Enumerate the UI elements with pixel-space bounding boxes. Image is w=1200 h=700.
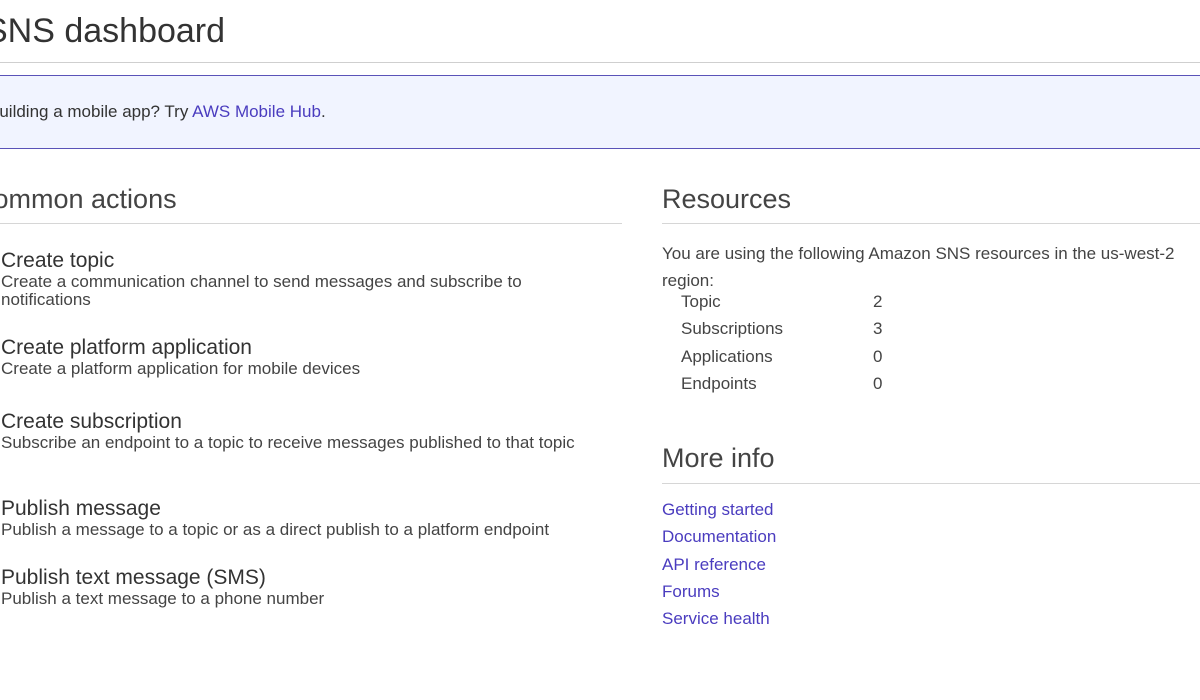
aws-mobile-hub-link[interactable]: AWS Mobile Hub [192,102,321,121]
documentation-link[interactable]: Documentation [662,525,776,552]
resource-label: Topic [681,292,721,311]
action-create-platform-application: Create platform application Create a pla… [1,336,601,378]
create-platform-application-link[interactable]: Create platform application [1,336,601,360]
resource-row-topic: Topic 2 [681,292,882,319]
mobile-hub-banner: Building a mobile app? Try AWS Mobile Hu… [0,75,1200,149]
common-actions-heading: Common actions [0,184,177,214]
create-platform-application-description: Create a platform application for mobile… [1,359,361,378]
api-reference-link[interactable]: API reference [662,553,776,580]
resource-label: Endpoints [681,373,757,393]
create-topic-description: Create a communication channel to send m… [1,272,522,309]
banner-text-prefix: Building a mobile app? Try [0,102,193,121]
banner-text-suffix: . [320,102,326,121]
action-publish-text-message: Publish text message (SMS) Publish a tex… [1,566,601,608]
forums-link[interactable]: Forums [662,580,776,607]
action-create-topic: Create topic Create a communication chan… [1,249,601,309]
resource-count: 0 [873,346,883,366]
service-health-link[interactable]: Service health [662,607,776,634]
publish-message-link[interactable]: Publish message [1,497,601,521]
page-title: SNS dashboard [0,12,226,50]
resource-label: Subscriptions [681,319,784,339]
create-topic-link[interactable]: Create topic [1,249,601,273]
publish-text-message-description: Publish a text message to a phone number [1,589,325,608]
publish-text-message-link[interactable]: Publish text message (SMS) [1,566,601,590]
resources-table: Topic 2 Subscriptions 3 Applications 0 Endp… [681,292,882,401]
action-create-subscription: Create subscription Subscribe an endpoin… [1,410,601,452]
more-info-heading: More info [662,443,775,473]
sns-dashboard-page: SNS dashboard Building a mobile app? Try… [0,0,1200,700]
action-publish-message: Publish message Publish a message to a t… [1,497,601,539]
create-subscription-link[interactable]: Create subscription [1,410,601,434]
common-actions-divider [0,223,622,224]
title-divider [0,62,1200,63]
resources-intro: You are using the following Amazon SNS r… [662,244,1175,290]
banner-text: Building a mobile app? Try AWS Mobile Hu… [0,102,326,122]
resource-row-endpoints: Endpoints 0 [681,374,882,401]
resource-row-applications: Applications 0 [681,347,882,374]
resource-count: 3 [873,319,883,339]
publish-message-description: Publish a message to a topic or as a dir… [1,520,550,539]
resource-count: 2 [873,292,883,311]
more-info-divider [662,483,1200,484]
resource-label: Applications [681,346,773,366]
resources-heading: Resources [662,184,792,214]
resource-row-subscriptions: Subscriptions 3 [681,319,882,346]
getting-started-link[interactable]: Getting started [662,498,776,525]
more-info-links: Getting started Documentation API refere… [662,498,776,634]
resources-divider [662,223,1200,224]
create-subscription-description: Subscribe an endpoint to a topic to rece… [1,433,575,452]
resource-count: 0 [873,373,883,393]
